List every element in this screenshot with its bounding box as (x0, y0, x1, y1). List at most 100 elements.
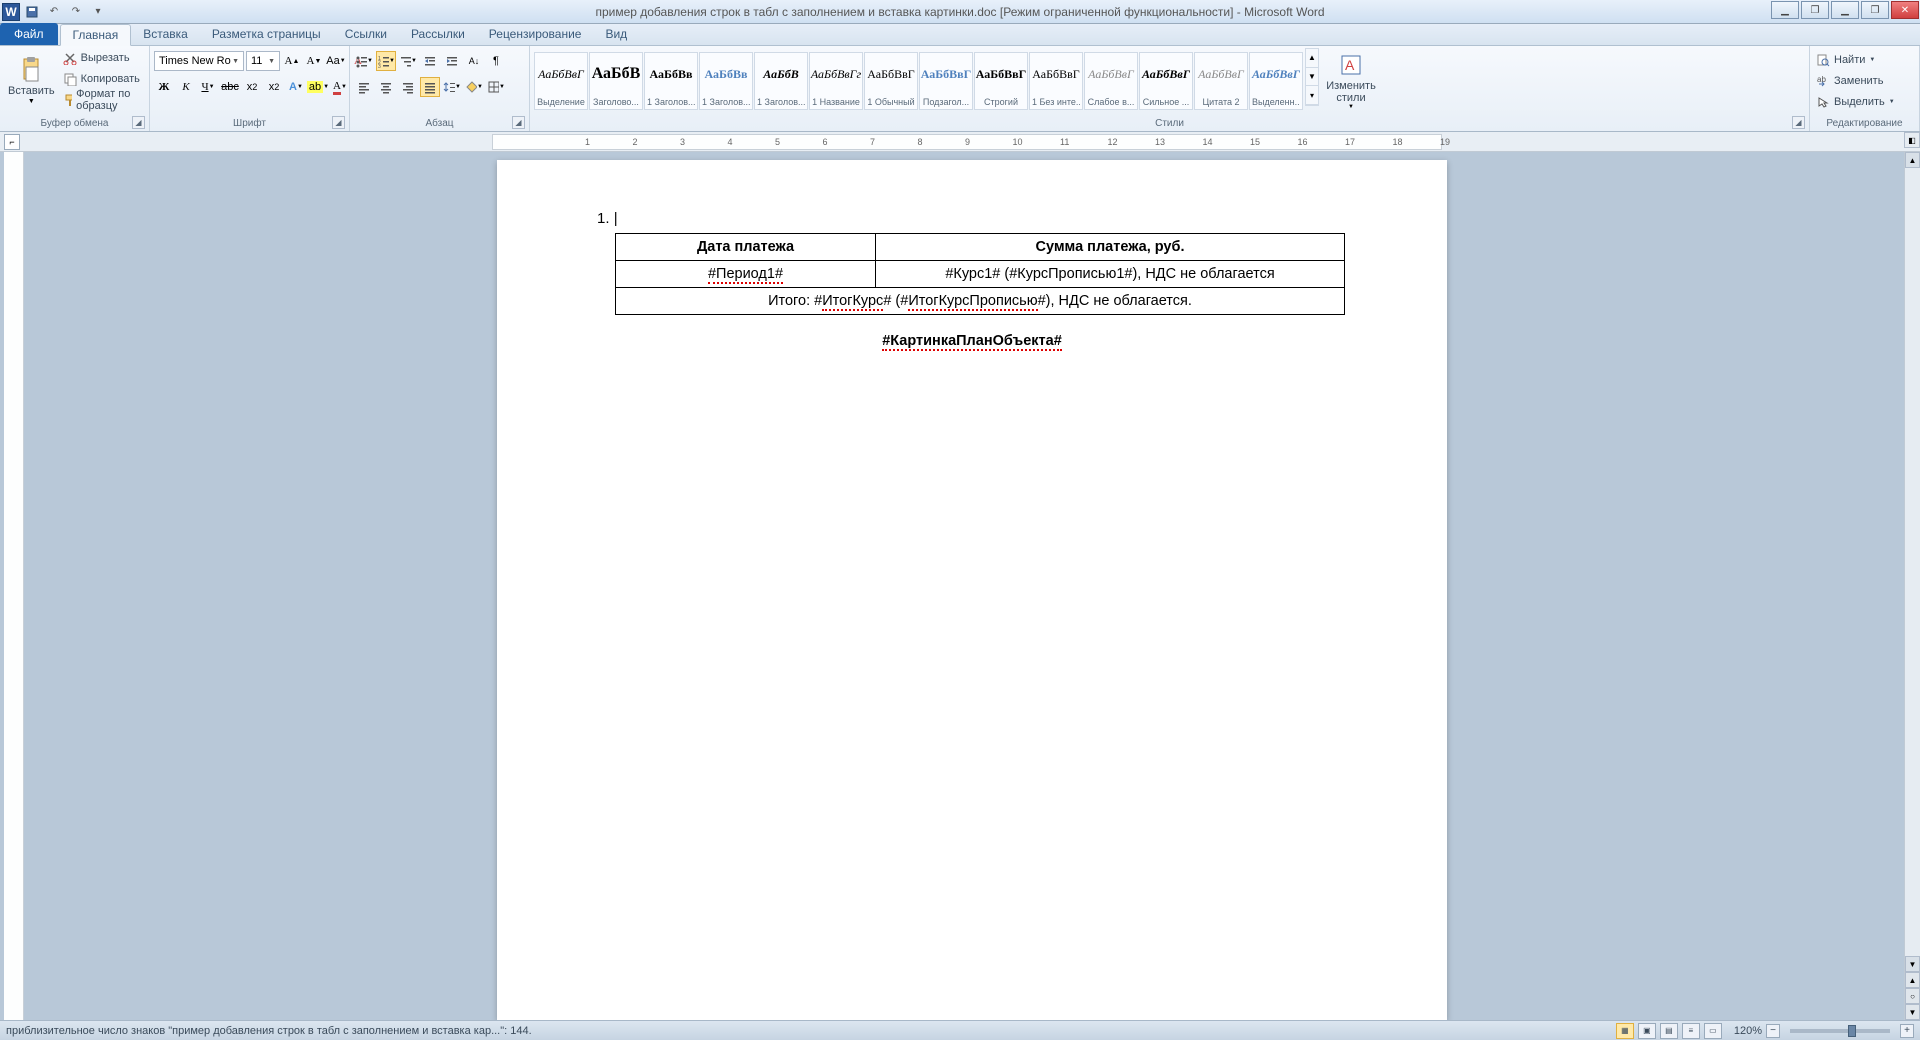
restore-button-inner[interactable]: ❐ (1801, 1, 1829, 19)
view-outline[interactable]: ≡ (1682, 1023, 1700, 1039)
align-left-button[interactable] (354, 77, 374, 97)
zoom-in[interactable]: + (1900, 1024, 1914, 1038)
style-item[interactable]: АаБбВв1 Заголов... (699, 52, 753, 110)
superscript-button[interactable]: x2 (264, 77, 284, 97)
group-label-editing: Редактирование (1826, 118, 1902, 129)
subscript-button[interactable]: x2 (242, 77, 262, 97)
show-marks-button[interactable]: ¶ (486, 51, 506, 71)
view-web-layout[interactable]: ▤ (1660, 1023, 1678, 1039)
style-item[interactable]: АаБбВв1 Заголов... (644, 52, 698, 110)
find-button[interactable]: Найти ▼ (1814, 50, 1877, 70)
table-header: Сумма платежа, руб. (876, 234, 1345, 261)
scroll-down[interactable]: ▼ (1905, 956, 1920, 972)
horizontal-ruler[interactable]: 12345678910111213141516171819 (492, 134, 1442, 150)
highlight-button[interactable]: ab▼ (308, 77, 328, 97)
bullets-button[interactable]: ▼ (354, 51, 374, 71)
align-center-button[interactable] (376, 77, 396, 97)
document-page[interactable]: 1. Дата платежа Сумма платежа, руб. #Пер… (497, 160, 1447, 1020)
paste-button[interactable]: Вставить ▼ (4, 48, 59, 114)
style-item[interactable]: АаБбВвГПодзагол... (919, 52, 973, 110)
shrink-font-button[interactable]: A▼ (304, 51, 324, 71)
increase-indent-button[interactable] (442, 51, 462, 71)
styles-launcher[interactable]: ◢ (1792, 116, 1805, 129)
borders-button[interactable]: ▼ (486, 77, 506, 97)
cut-button[interactable]: Вырезать (61, 48, 145, 68)
prev-page[interactable]: ▲ (1905, 972, 1920, 988)
app-icon: W (2, 3, 20, 21)
sort-button[interactable]: A↓ (464, 51, 484, 71)
style-item[interactable]: АаБбВЗаголово... (589, 52, 643, 110)
tab-home[interactable]: Главная (60, 24, 132, 46)
tab-references[interactable]: Ссылки (333, 23, 399, 45)
grow-font-button[interactable]: A▲ (282, 51, 302, 71)
restore-button[interactable]: ❐ (1861, 1, 1889, 19)
font-name-combo[interactable]: Times New Ro▼ (154, 51, 244, 71)
styles-scroll[interactable]: ▲▼▾ (1305, 48, 1319, 106)
zoom-out[interactable]: − (1766, 1024, 1780, 1038)
clipboard-launcher[interactable]: ◢ (132, 116, 145, 129)
align-right-button[interactable] (398, 77, 418, 97)
tab-view[interactable]: Вид (593, 23, 639, 45)
view-draft[interactable]: ▭ (1704, 1023, 1722, 1039)
view-print-layout[interactable]: ▦ (1616, 1023, 1634, 1039)
style-item[interactable]: АаБбВвГг1 Название (809, 52, 863, 110)
text-effects-button[interactable]: A▼ (286, 77, 306, 97)
style-item[interactable]: АаБбВвГВыделение (534, 52, 588, 110)
change-case-button[interactable]: Aa▼ (326, 51, 346, 71)
change-styles-button[interactable]: A Изменить стили▼ (1321, 48, 1381, 114)
font-size-combo[interactable]: 11▼ (246, 51, 280, 71)
underline-button[interactable]: Ч▼ (198, 77, 218, 97)
close-button[interactable]: ✕ (1891, 1, 1919, 19)
view-full-screen[interactable]: ▣ (1638, 1023, 1656, 1039)
style-item[interactable]: АаБбВвГ1 Без инте... (1029, 52, 1083, 110)
multilevel-list-button[interactable]: ▼ (398, 51, 418, 71)
zoom-level[interactable]: 120% (1734, 1025, 1762, 1037)
justify-button[interactable] (420, 77, 440, 97)
svg-text:A: A (1345, 57, 1355, 73)
italic-button[interactable]: К (176, 77, 196, 97)
qat-save[interactable] (22, 3, 42, 21)
line-spacing-button[interactable]: ▼ (442, 77, 462, 97)
ruler-toggle[interactable]: ◧ (1904, 132, 1920, 148)
next-page[interactable]: ▼ (1905, 1004, 1920, 1020)
svg-text:ab: ab (1817, 75, 1826, 84)
minimize-button[interactable]: ▁ (1831, 1, 1859, 19)
copy-button[interactable]: Копировать (61, 69, 145, 89)
decrease-indent-button[interactable] (420, 51, 440, 71)
shading-button[interactable]: ▼ (464, 77, 484, 97)
zoom-slider[interactable] (1790, 1029, 1890, 1033)
tab-selector[interactable]: ⌐ (4, 134, 20, 150)
style-item[interactable]: АаБбВвГСильное ... (1139, 52, 1193, 110)
qat-undo[interactable]: ↶ (44, 3, 64, 21)
style-item[interactable]: АаБбВвГСлабое в... (1084, 52, 1138, 110)
minimize-button-inner[interactable]: ▁ (1771, 1, 1799, 19)
file-tab[interactable]: Файл (0, 23, 58, 45)
window-title: пример добавления строк в табл с заполне… (595, 5, 1324, 19)
vertical-scrollbar[interactable]: ▲ ▼ ▲ ○ ▼ (1904, 152, 1920, 1020)
scroll-up[interactable]: ▲ (1905, 152, 1920, 168)
qat-redo[interactable]: ↷ (66, 3, 86, 21)
qat-customize[interactable]: ▾ (88, 3, 108, 21)
tab-page-layout[interactable]: Разметка страницы (200, 23, 333, 45)
select-button[interactable]: Выделить ▼ (1814, 92, 1897, 112)
tab-review[interactable]: Рецензирование (477, 23, 594, 45)
strikethrough-button[interactable]: abc (220, 77, 240, 97)
style-item[interactable]: АаБбВвГЦитата 2 (1194, 52, 1248, 110)
style-item[interactable]: АаБбВ1 Заголов... (754, 52, 808, 110)
vertical-ruler[interactable] (4, 152, 24, 1020)
bold-button[interactable]: Ж (154, 77, 174, 97)
replace-button[interactable]: abЗаменить (1814, 71, 1885, 91)
style-item[interactable]: АаБбВвГСтрогий (974, 52, 1028, 110)
font-launcher[interactable]: ◢ (332, 116, 345, 129)
numbering-button[interactable]: 123▼ (376, 51, 396, 71)
tab-insert[interactable]: Вставка (131, 23, 200, 45)
style-item[interactable]: АаБбВвГВыделенн... (1249, 52, 1303, 110)
format-painter-button[interactable]: Формат по образцу (61, 90, 145, 110)
browse-object[interactable]: ○ (1905, 988, 1920, 1004)
document-table[interactable]: Дата платежа Сумма платежа, руб. #Период… (615, 233, 1345, 315)
styles-gallery[interactable]: АаБбВвГВыделениеАаБбВЗаголово...АаБбВв1 … (534, 48, 1303, 114)
style-item[interactable]: АаБбВвГ1 Обычный (864, 52, 918, 110)
font-color-button[interactable]: A▼ (330, 77, 350, 97)
tab-mailings[interactable]: Рассылки (399, 23, 477, 45)
paragraph-launcher[interactable]: ◢ (512, 116, 525, 129)
